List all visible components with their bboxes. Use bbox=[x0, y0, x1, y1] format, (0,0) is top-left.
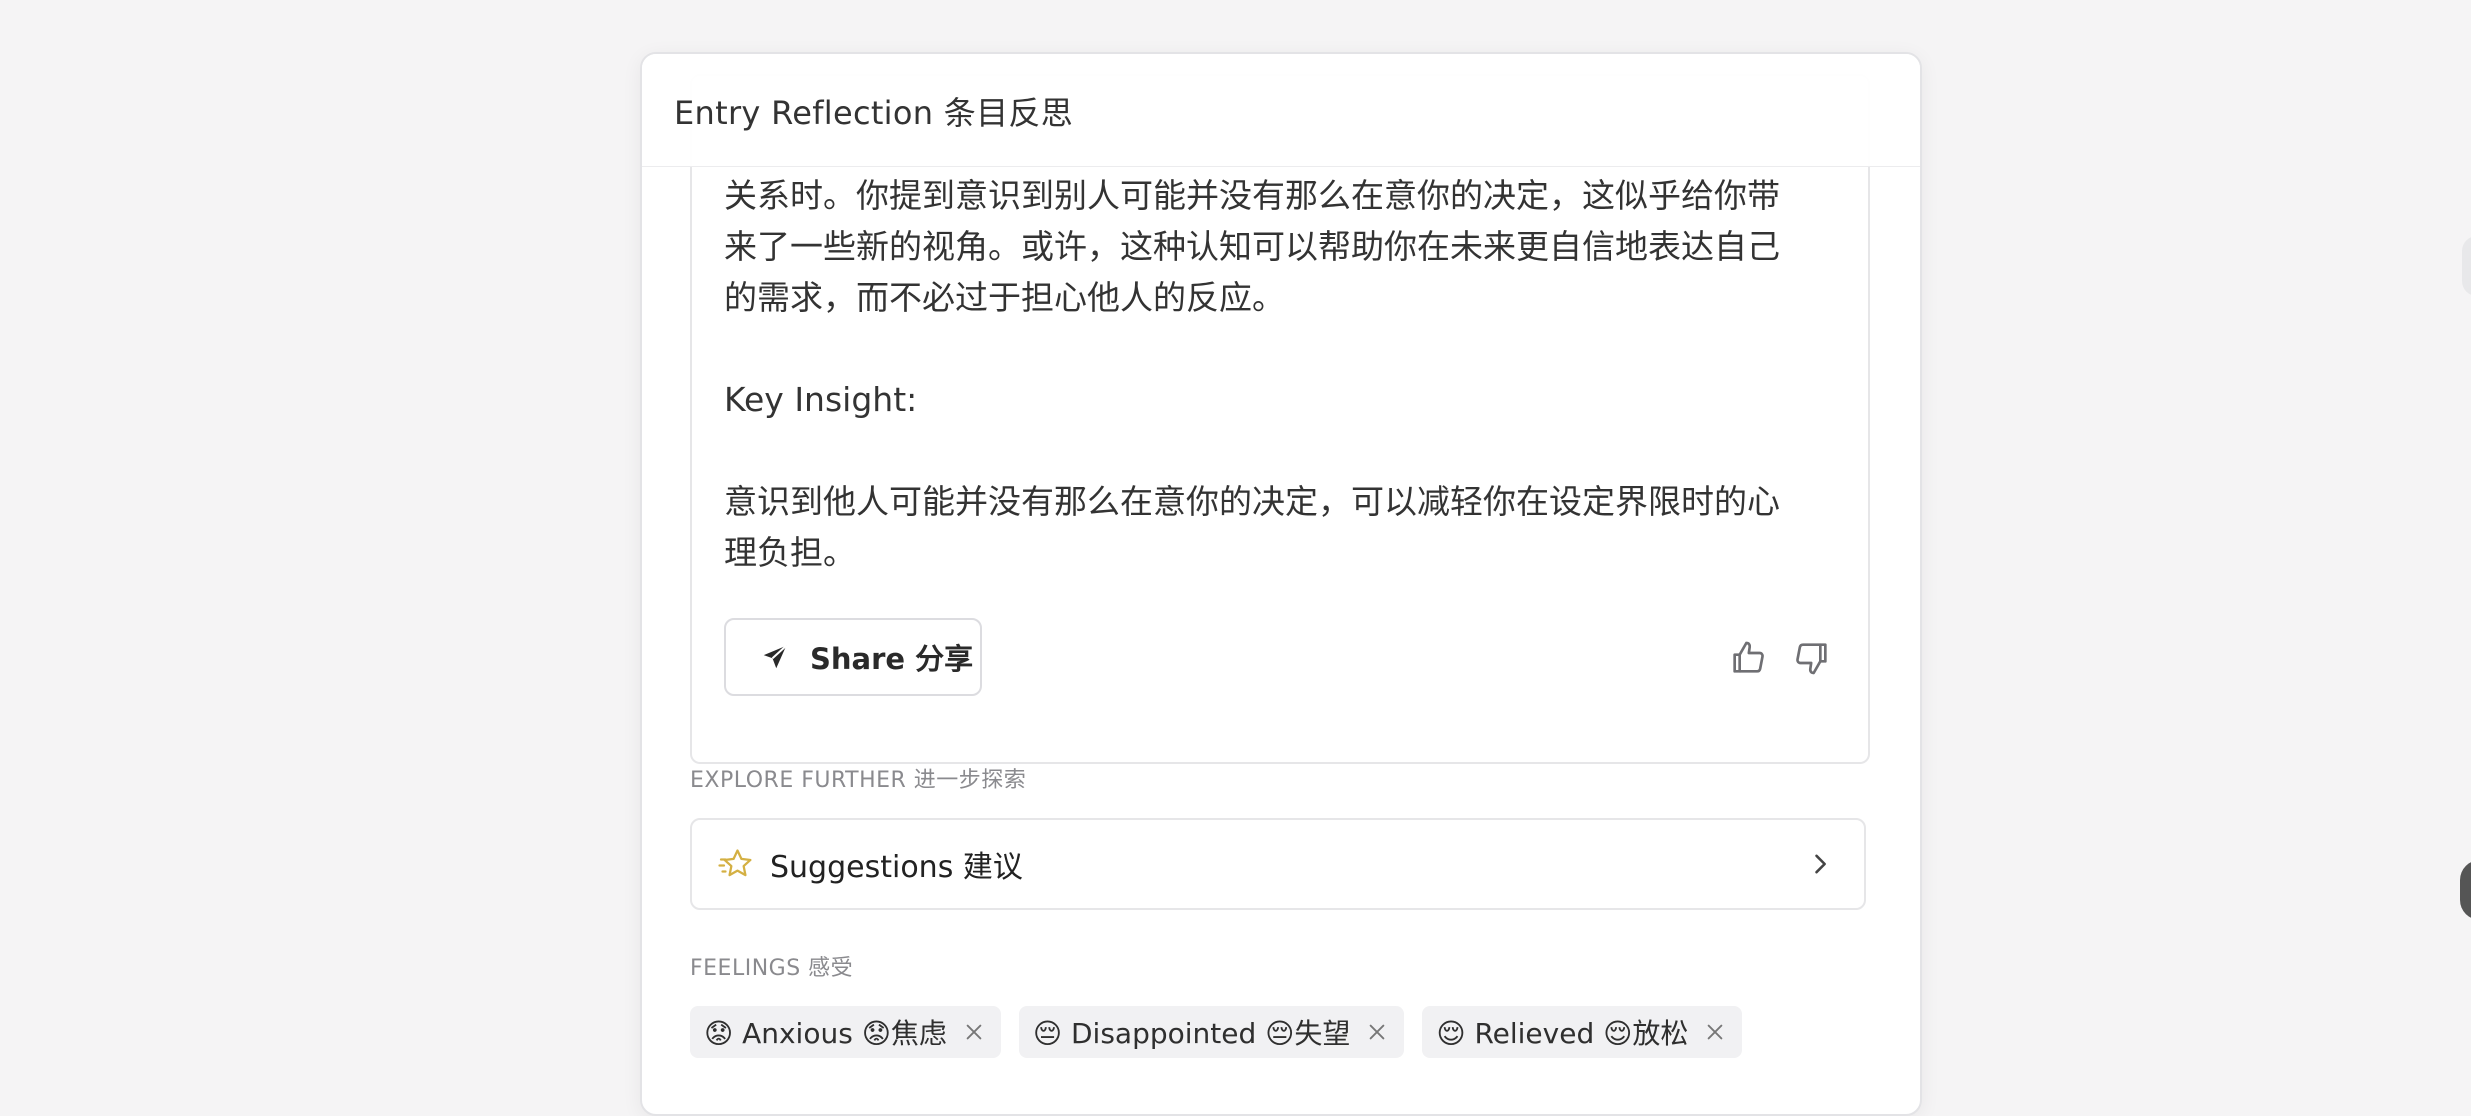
modal-title: Entry Reflection 条目反思 bbox=[674, 94, 1074, 132]
thumbs-down-icon[interactable] bbox=[1792, 638, 1832, 678]
floating-side-button[interactable] bbox=[2460, 860, 2471, 920]
reflection-line: 来了一些新的视角。或许，这种认知可以帮助你在未来更自信地表达自己 bbox=[724, 227, 1780, 266]
feeling-chip-label: 😔 Disappointed 😔失望 bbox=[1032, 1017, 1351, 1050]
reflection-card: 关系时。你提到意识到别人可能并没有那么在意你的决定，这似乎给你带 来了一些新的视… bbox=[690, 74, 1870, 764]
close-icon[interactable] bbox=[1366, 1021, 1388, 1043]
feeling-chip-label: 😟 Anxious 😟焦虑 bbox=[704, 1017, 947, 1050]
modal-header: Entry Reflection 条目反思 bbox=[642, 54, 1920, 167]
close-icon[interactable] bbox=[963, 1021, 985, 1043]
key-insight-heading: Key Insight: bbox=[724, 380, 918, 419]
entry-reflection-modal: Entry Reflection 条目反思 关系时。你提到意识到别人可能并没有那… bbox=[640, 52, 1922, 1116]
explore-further-label: EXPLORE FURTHER 进一步探索 bbox=[690, 768, 1027, 793]
key-insight-line: 理负担。 bbox=[724, 533, 856, 572]
send-icon bbox=[763, 645, 787, 669]
reflection-text: 关系时。你提到意识到别人可能并没有那么在意你的决定，这似乎给你带 来了一些新的视… bbox=[724, 170, 1834, 578]
chevron-right-icon bbox=[1815, 854, 1826, 874]
reflection-line: 关系时。你提到意识到别人可能并没有那么在意你的决定，这似乎给你带 bbox=[724, 176, 1780, 215]
feeling-chip-label: 😌 Relieved 😌放松 bbox=[1436, 1017, 1689, 1050]
star-icon bbox=[718, 849, 752, 877]
suggestions-row[interactable]: Suggestions 建议 bbox=[690, 818, 1866, 910]
close-icon[interactable] bbox=[1704, 1021, 1726, 1043]
feeling-chip: 😟 Anxious 😟焦虑 bbox=[690, 1006, 1001, 1058]
thumbs-up-icon[interactable] bbox=[1728, 638, 1768, 678]
reflection-line: 的需求，而不必过于担心他人的反应。 bbox=[724, 278, 1285, 317]
side-handle-top bbox=[2462, 236, 2471, 296]
share-button[interactable]: Share 分享 bbox=[724, 618, 982, 696]
feeling-chip: 😔 Disappointed 😔失望 bbox=[1018, 1006, 1405, 1058]
feeling-chip: 😌 Relieved 😌放松 bbox=[1422, 1006, 1743, 1058]
key-insight-line: 意识到他人可能并没有那么在意你的决定，可以减轻你在设定界限时的心 bbox=[724, 482, 1780, 521]
feelings-chip-list: 😟 Anxious 😟焦虑 😔 Disappointed 😔失望 😌 Relie… bbox=[690, 1006, 1743, 1058]
suggestions-label: Suggestions 建议 bbox=[770, 850, 1023, 885]
share-button-label: Share 分享 bbox=[810, 642, 974, 676]
feelings-label: FEELINGS 感受 bbox=[690, 956, 854, 981]
